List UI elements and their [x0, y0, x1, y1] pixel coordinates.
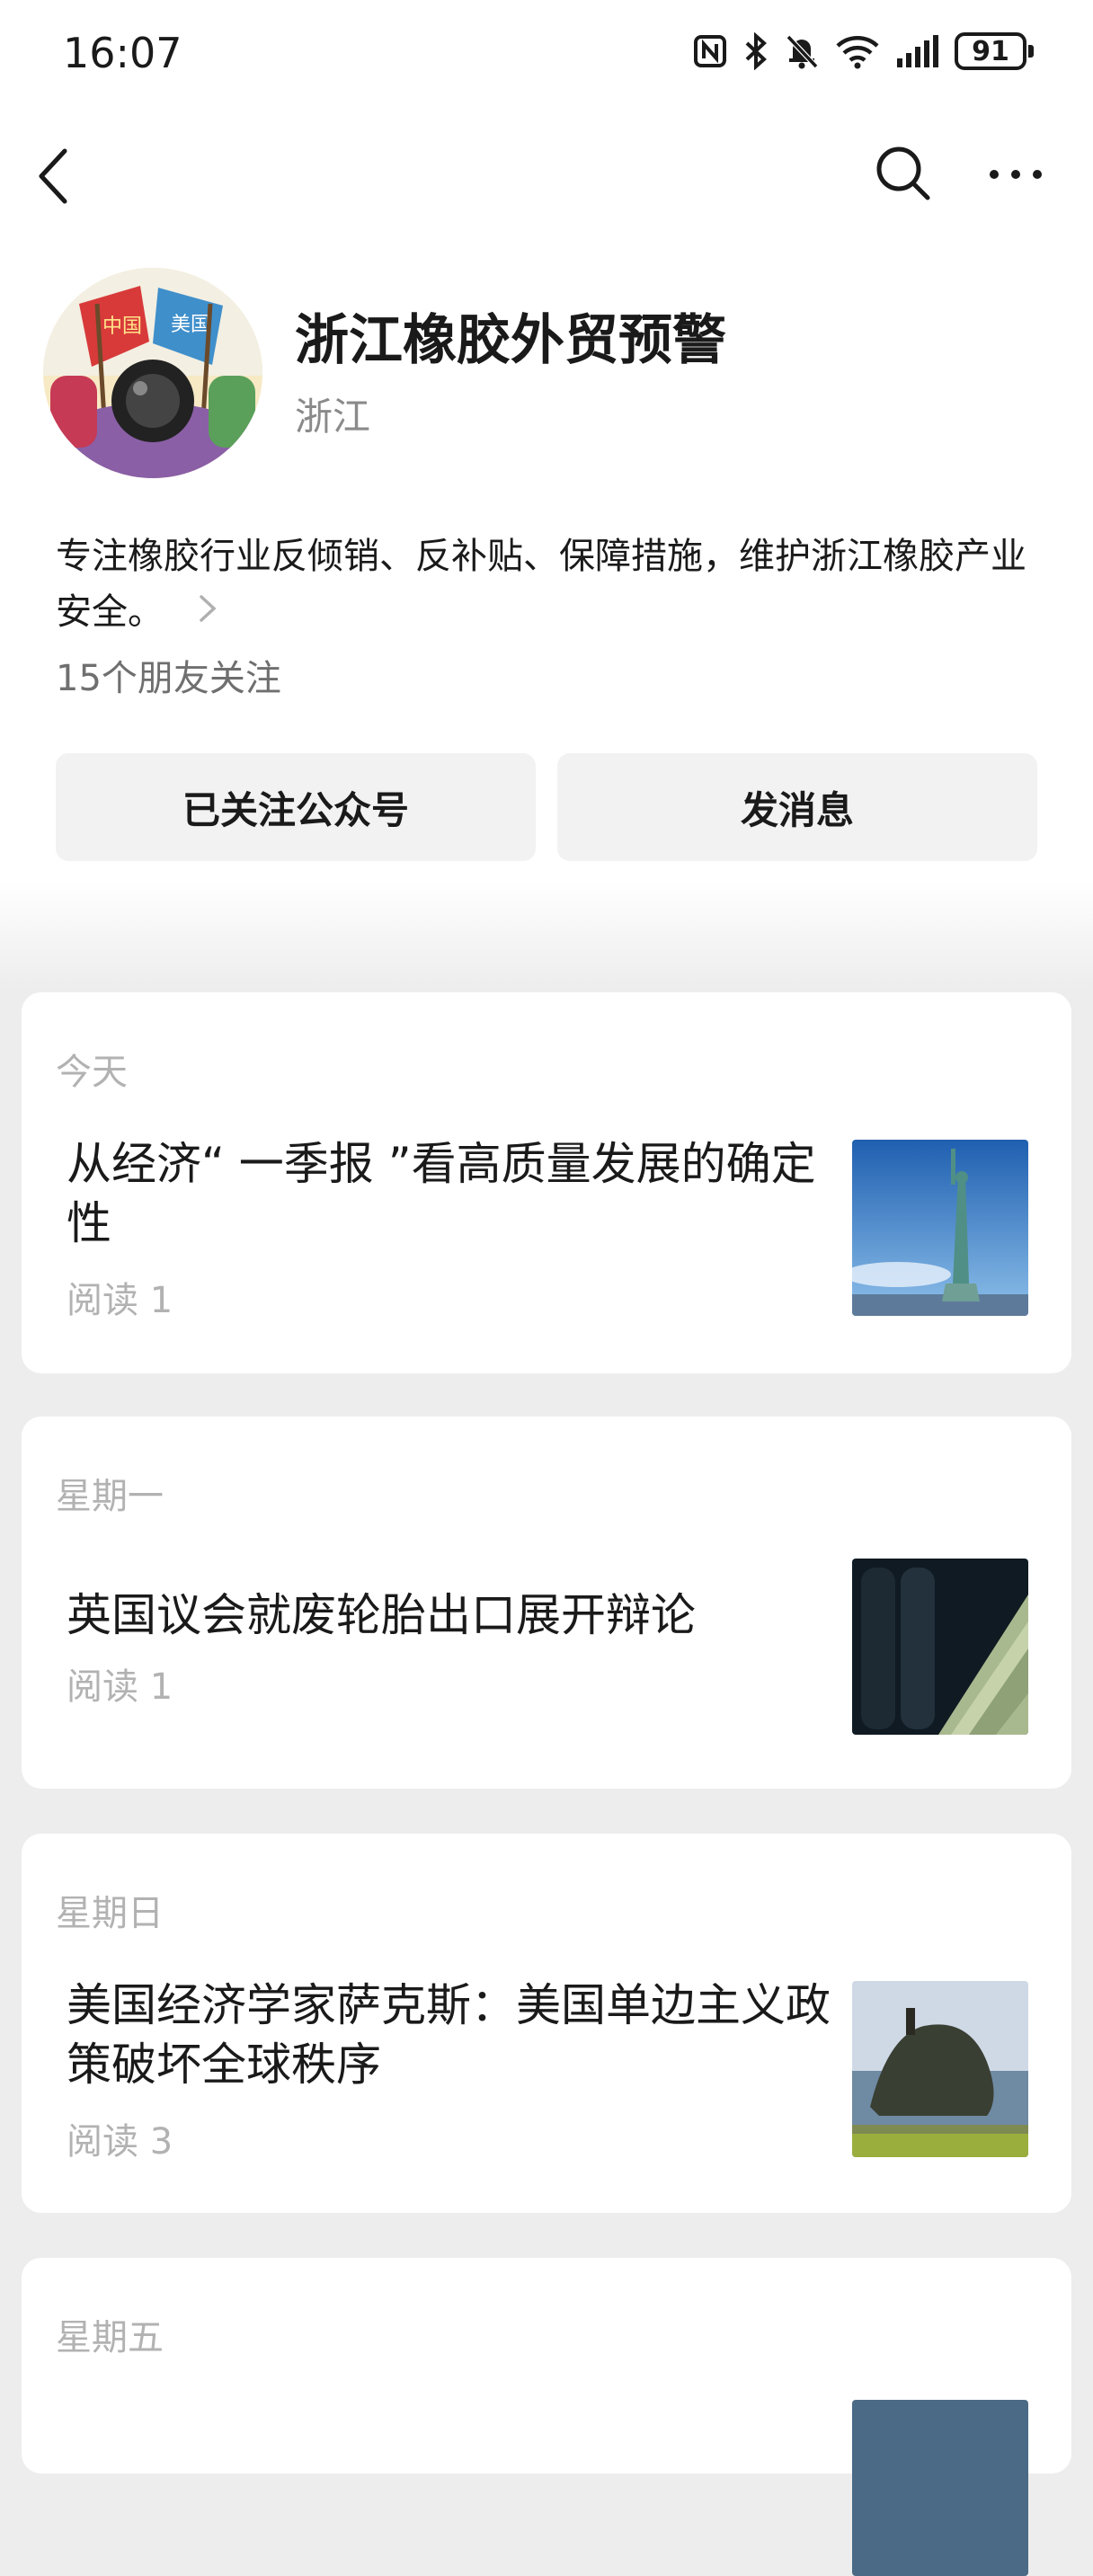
- svg-text:中国: 中国: [102, 315, 142, 338]
- article-title[interactable]: 美国经济学家萨克斯：美国单边主义政策破坏全球秩序: [67, 1976, 831, 2094]
- article-card[interactable]: 星期一 英国议会就废轮胎出口展开辩论 阅读 1: [22, 1417, 1071, 1789]
- article-card[interactable]: 今天 从经济“ 一季报 ”看高质量发展的确定性 阅读 1: [22, 992, 1071, 1373]
- sea-temple-image[interactable]: [852, 1981, 1028, 2157]
- bluetooth-icon: [745, 32, 767, 70]
- mute-bell-icon: [786, 34, 819, 69]
- status-time: 16:07: [63, 29, 182, 77]
- tires-and-dollars-image[interactable]: [852, 1559, 1028, 1735]
- send-message-button[interactable]: 发消息: [557, 753, 1037, 861]
- article-thumbnail[interactable]: [852, 2400, 1028, 2576]
- followed-account-button[interactable]: 已关注公众号: [56, 753, 536, 861]
- wifi-icon: [836, 36, 879, 69]
- article-read-count: 阅读 1: [67, 1666, 173, 1708]
- article-title[interactable]: 英国议会就废轮胎出口展开辩论: [67, 1586, 831, 1645]
- chevron-right-icon: [198, 584, 218, 640]
- article-title[interactable]: 从经济“ 一季报 ”看高质量发展的确定性: [67, 1134, 831, 1253]
- account-region: 浙江: [295, 395, 371, 439]
- article-day-label: 星期一: [56, 1476, 164, 1517]
- article-card[interactable]: 星期五: [22, 2258, 1071, 2576]
- battery-level: 91: [972, 35, 1009, 67]
- search-icon[interactable]: [874, 144, 933, 203]
- article-read-count: 阅读 3: [67, 2121, 173, 2163]
- statue-of-liberty-image[interactable]: [852, 1140, 1028, 1316]
- article-day-label: 星期日: [56, 1893, 164, 1934]
- signal-icon: [897, 35, 938, 67]
- article-day-label: 今天: [56, 1052, 128, 1093]
- more-icon[interactable]: [987, 153, 1044, 196]
- account-name: 浙江橡胶外贸预警: [295, 309, 726, 372]
- nfc-icon: [694, 35, 726, 67]
- account-avatar[interactable]: 中国 美国: [43, 268, 262, 478]
- battery-icon: 91: [955, 32, 1034, 70]
- article-day-label: 星期五: [56, 2317, 164, 2358]
- article-read-count: 阅读 1: [67, 1280, 173, 1321]
- account-description[interactable]: 专注橡胶行业反倾销、反补贴、保障措施，维护浙江橡胶产业安全。: [56, 529, 1044, 640]
- status-icons: 91: [692, 32, 1034, 70]
- article-card[interactable]: 星期日 美国经济学家萨克斯：美国单边主义政策破坏全球秩序 阅读 3: [22, 1834, 1071, 2213]
- friends-follow-count[interactable]: 15个朋友关注: [56, 649, 281, 701]
- back-chevron-icon[interactable]: [32, 144, 76, 209]
- svg-text:美国: 美国: [171, 314, 210, 336]
